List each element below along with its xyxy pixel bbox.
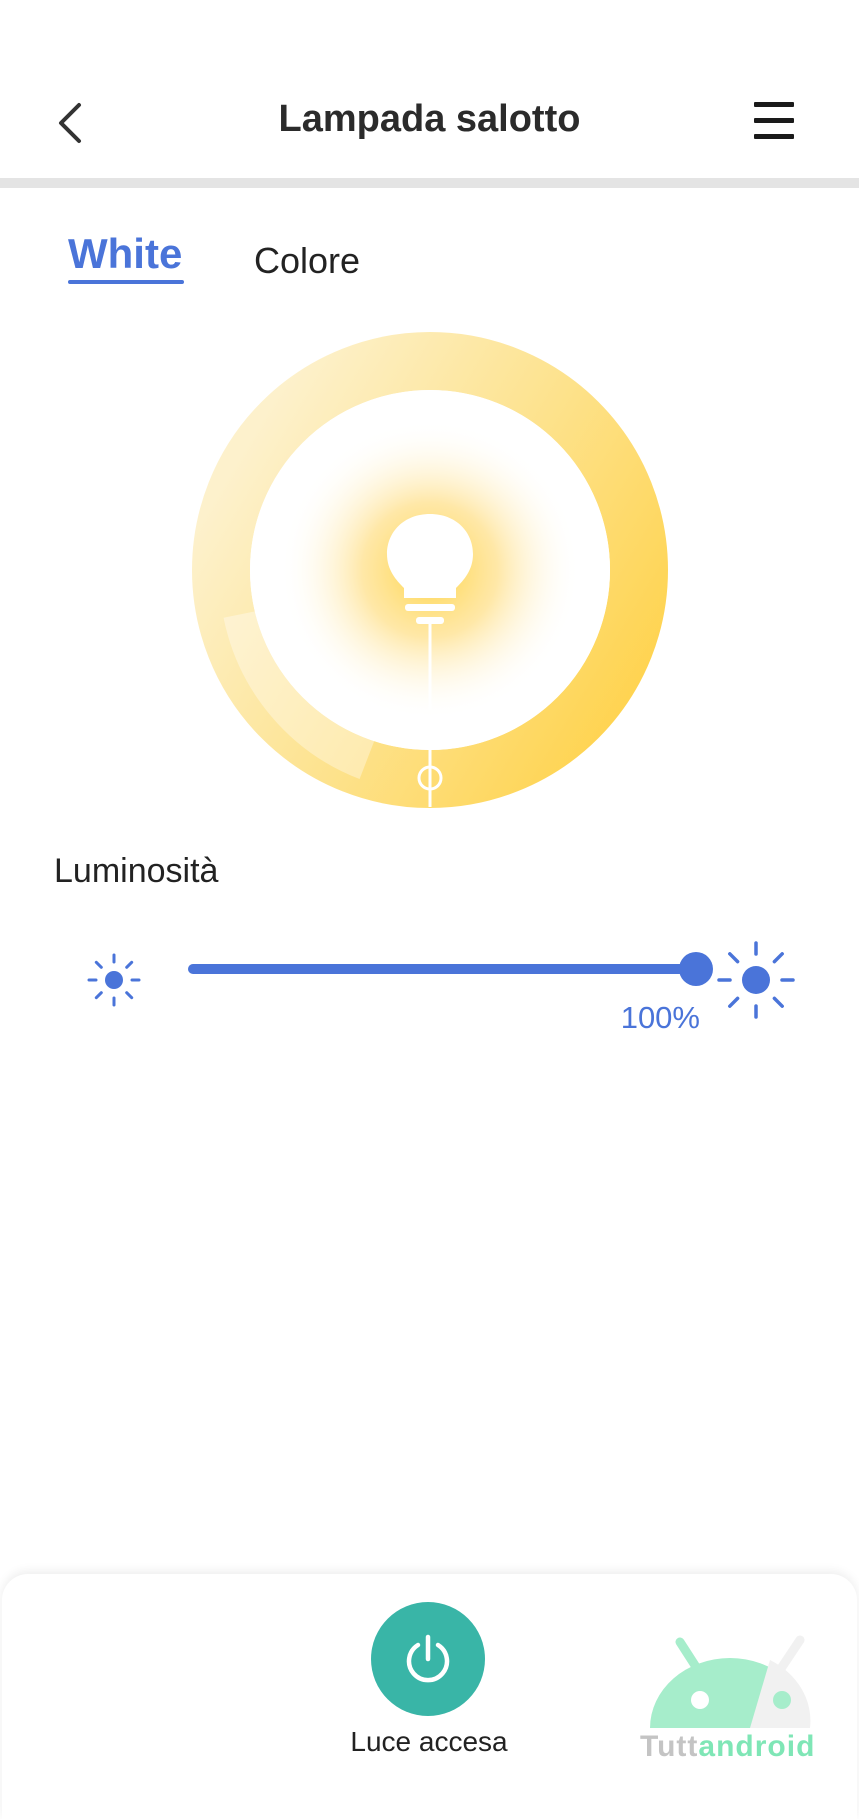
sun-large-icon <box>717 941 795 1019</box>
android-logo-icon <box>650 1635 811 1728</box>
active-tab-indicator <box>68 280 184 284</box>
power-status-label: Luce accesa <box>350 1726 508 1757</box>
brightness-slider[interactable] <box>188 952 713 986</box>
app-header: Lampada salotto <box>0 0 859 188</box>
watermark-text: Tuttandroid <box>640 1730 816 1763</box>
header-divider <box>0 178 859 188</box>
menu-button[interactable] <box>750 98 802 146</box>
brightness-slider-fill <box>188 964 696 974</box>
brightness-slider-row: 100% <box>0 930 859 1050</box>
brightness-value: 100% <box>620 1000 700 1035</box>
tab-white[interactable]: White <box>68 230 182 278</box>
page-title: Lampada salotto <box>278 98 581 140</box>
hamburger-menu-icon <box>754 102 794 139</box>
sun-small-icon <box>87 953 141 1007</box>
power-button[interactable] <box>371 1602 485 1716</box>
temperature-handle[interactable] <box>192 332 668 808</box>
brightness-label: Luminosità <box>54 852 219 890</box>
tab-colore[interactable]: Colore <box>254 240 360 282</box>
color-temperature-ring[interactable] <box>192 332 668 808</box>
brightness-slider-thumb[interactable] <box>679 952 713 986</box>
power-icon <box>406 1634 450 1683</box>
tuttoandroid-watermark: Tuttandroid <box>640 1618 840 1778</box>
